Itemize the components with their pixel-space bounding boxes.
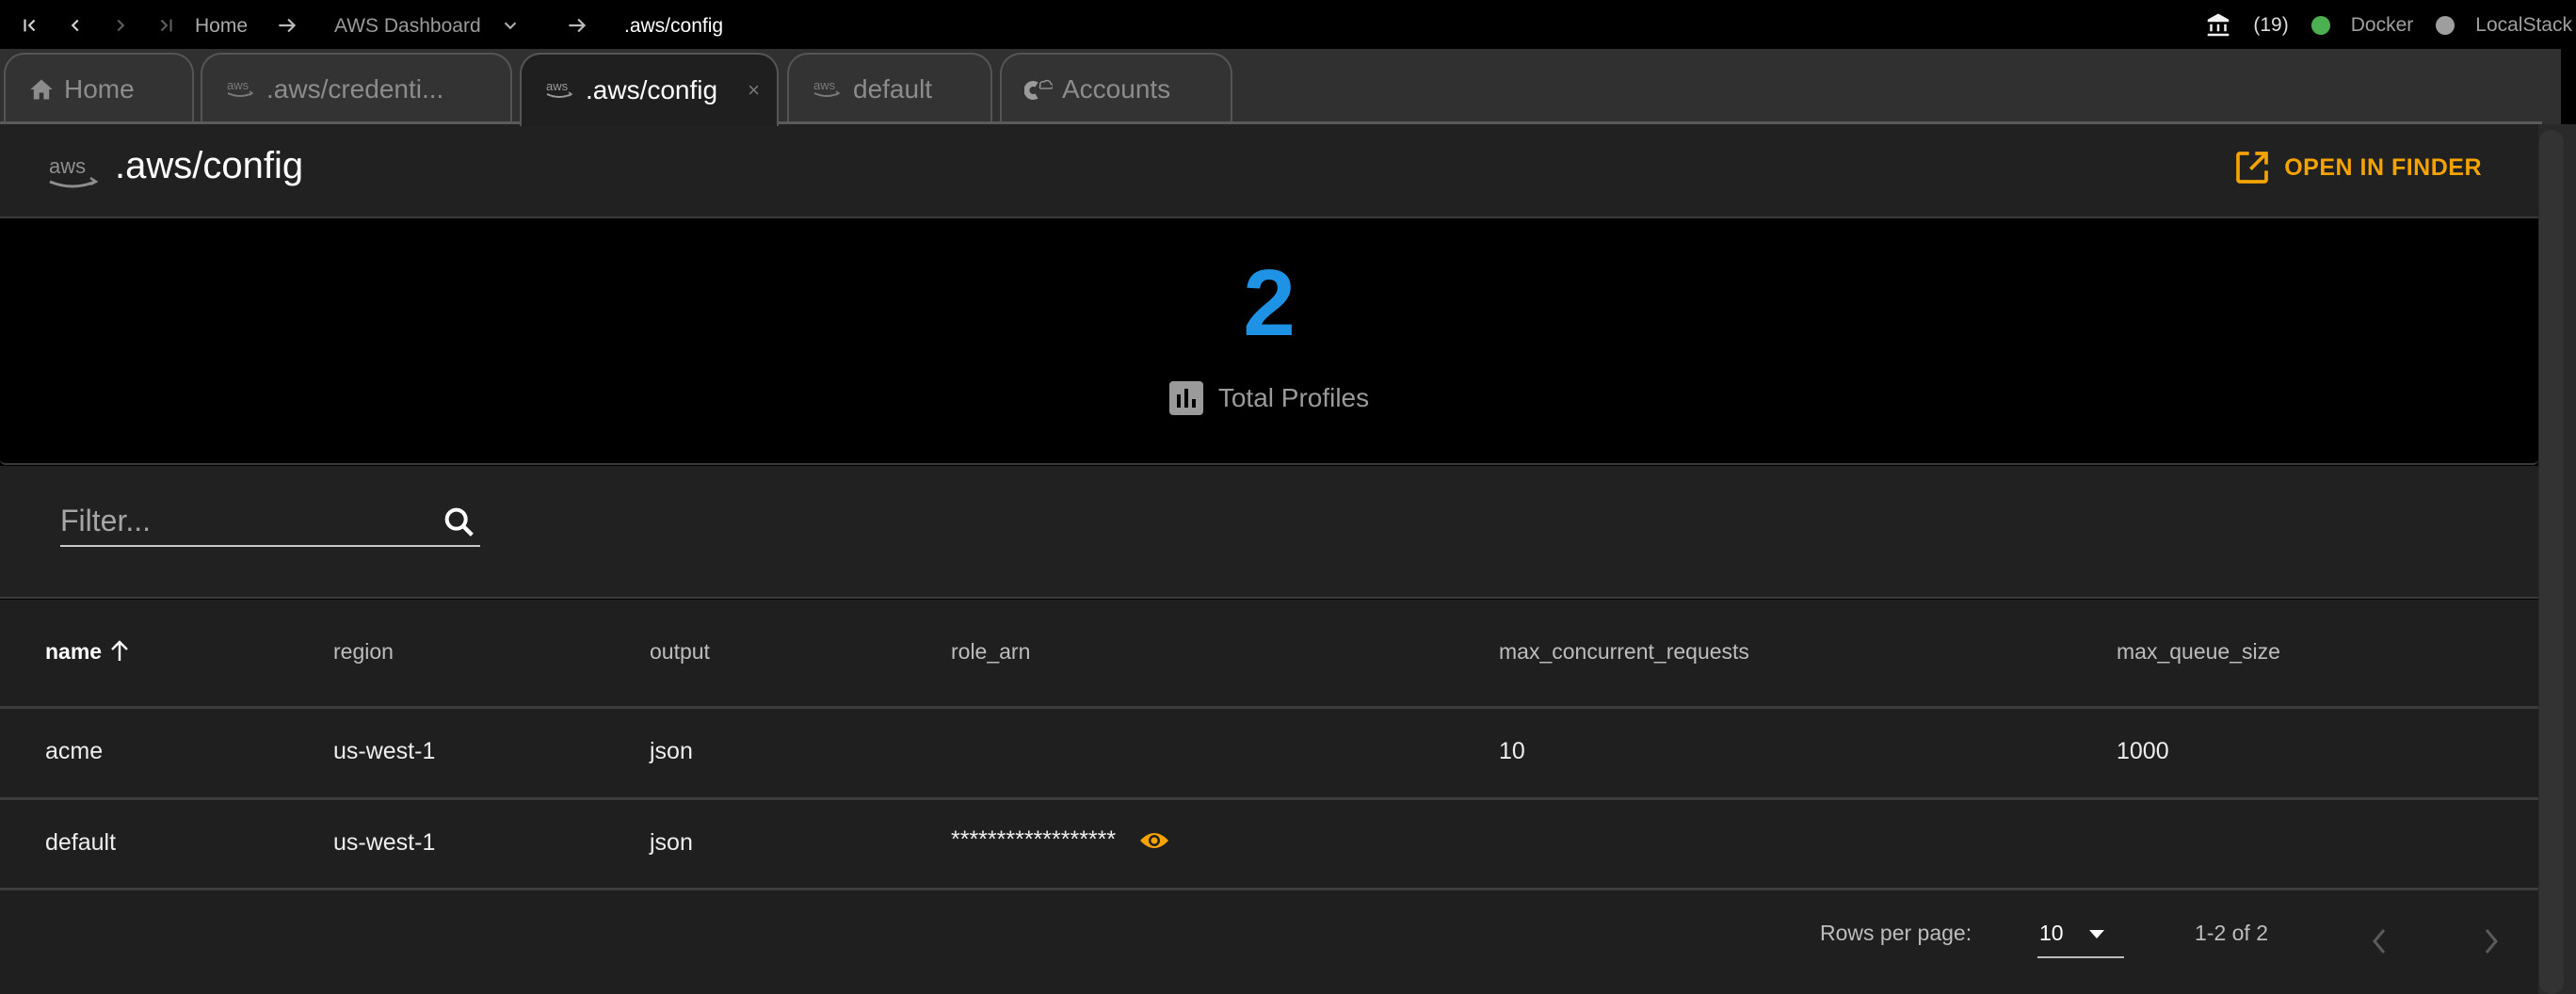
table-header-row: name region output role_arn max_concurre… <box>0 600 2538 709</box>
column-header-label: name <box>45 639 103 664</box>
first-page-button[interactable] <box>13 9 47 41</box>
rows-per-page-select[interactable]: 10 <box>2037 915 2124 958</box>
aws-logo-text: aws <box>49 154 86 178</box>
filter-input[interactable] <box>60 504 418 538</box>
aws-logo-icon: aws <box>49 154 99 188</box>
tab-accounts[interactable]: Accounts <box>1000 53 1232 124</box>
cell-region: us-west-1 <box>333 829 436 856</box>
tab-label: default <box>853 74 933 104</box>
svg-text:aws: aws <box>546 79 569 93</box>
column-header-role-arn[interactable]: role_arn <box>951 639 1030 665</box>
total-profiles-value: 2 <box>1243 250 1296 356</box>
close-tab-icon[interactable]: × <box>748 78 760 103</box>
total-profiles-label-row: Total Profiles <box>0 381 2538 415</box>
tab-label: Accounts <box>1062 74 1171 104</box>
tab-home[interactable]: Home <box>4 53 194 124</box>
table-row[interactable]: default us-west-1 json *****************… <box>0 800 2538 890</box>
tab-aws-config[interactable]: aws .aws/config × <box>520 53 779 126</box>
tab-label: .aws/credenti... <box>266 74 444 104</box>
breadcrumb-home[interactable]: Home <box>195 13 248 40</box>
cell-region: us-west-1 <box>333 738 436 764</box>
table-row[interactable]: acme us-west-1 json 10 1000 <box>0 709 2538 800</box>
tab-label: .aws/config <box>586 75 718 104</box>
stats-card: 2 Total Profiles <box>0 219 2538 465</box>
column-header-name[interactable]: name <box>45 639 130 665</box>
last-page-icon <box>160 19 172 32</box>
back-icon <box>71 19 79 32</box>
breadcrumb-current: .aws/config <box>624 15 724 37</box>
tab-default[interactable]: aws default <box>787 53 992 124</box>
status-area: (19) Docker LocalStack <box>2204 11 2576 40</box>
svg-text:aws: aws <box>227 78 250 92</box>
cell-role-arn: ****************** <box>951 826 1169 854</box>
last-page-button[interactable] <box>149 9 183 41</box>
page-title: .aws/config <box>115 145 304 186</box>
bank-icon[interactable] <box>2204 11 2232 40</box>
svg-text:aws: aws <box>813 78 836 92</box>
cell-max-concurrent-requests: 10 <box>1499 738 1525 764</box>
next-page-button[interactable] <box>2481 926 2502 956</box>
open-in-finder-label: OPEN IN FINDER <box>2284 153 2482 181</box>
cell-max-queue-size: 1000 <box>2117 738 2169 764</box>
tab-label: Home <box>64 74 135 104</box>
column-header-max-queue-size[interactable]: max_queue_size <box>2117 639 2280 665</box>
forward-button[interactable] <box>104 9 137 41</box>
breadcrumb-arrow-icon <box>279 18 297 33</box>
cloud-accounts-icon <box>1024 76 1053 103</box>
breadcrumb-arrow-icon <box>569 18 587 33</box>
open-external-icon <box>2236 152 2269 184</box>
sort-ascending-icon <box>111 640 129 661</box>
cell-name: acme <box>45 738 104 764</box>
top-bar: Home AWS Dashboard .aws/config (19) Dock… <box>0 0 2576 49</box>
docker-label[interactable]: Docker <box>2351 14 2414 37</box>
profiles-table: name region output role_arn max_concurre… <box>0 600 2538 994</box>
tab-aws-credentials[interactable]: aws .aws/credenti... <box>201 53 512 124</box>
back-button[interactable] <box>58 9 92 41</box>
scrollbar-thumb[interactable] <box>2539 130 2564 994</box>
masked-role-arn: ****************** <box>951 826 1117 853</box>
column-header-max-concurrent-requests[interactable]: max_concurrent_requests <box>1499 639 1749 665</box>
cell-output: json <box>650 738 693 764</box>
forward-icon <box>117 19 125 32</box>
open-in-finder-button[interactable]: OPEN IN FINDER <box>2233 149 2482 186</box>
dropdown-arrow-icon <box>2089 930 2104 938</box>
cell-output: json <box>650 829 693 856</box>
aws-icon: aws <box>225 77 257 102</box>
breadcrumb-aws-dashboard[interactable]: AWS Dashboard <box>334 13 481 40</box>
bar-chart-icon <box>1168 381 1203 415</box>
page-range: 1-2 of 2 <box>2195 921 2268 945</box>
aws-icon: aws <box>544 78 576 103</box>
bank-count: (19) <box>2253 14 2289 36</box>
total-profiles-label: Total Profiles <box>1217 383 1370 412</box>
search-icon[interactable] <box>441 504 478 541</box>
aws-icon: aws <box>812 77 844 102</box>
previous-page-button[interactable] <box>2369 926 2390 956</box>
localstack-status-dot <box>2436 16 2455 35</box>
chevron-down-icon[interactable] <box>500 15 521 36</box>
filter-area <box>0 466 2538 599</box>
cell-name: default <box>45 829 117 856</box>
localstack-label[interactable]: LocalStack <box>2475 14 2572 37</box>
column-header-output[interactable]: output <box>650 639 710 665</box>
filter-field[interactable] <box>60 504 480 547</box>
first-page-icon <box>24 19 36 32</box>
rows-per-page-value: 10 <box>2039 921 2064 945</box>
reveal-eye-icon[interactable] <box>1139 830 1169 851</box>
column-header-region[interactable]: region <box>333 639 394 665</box>
rows-per-page-label: Rows per page: <box>1820 921 1972 945</box>
docker-status-dot <box>2310 16 2330 35</box>
page-header: aws .aws/config OPEN IN FINDER <box>0 124 2538 218</box>
home-icon <box>28 76 55 103</box>
